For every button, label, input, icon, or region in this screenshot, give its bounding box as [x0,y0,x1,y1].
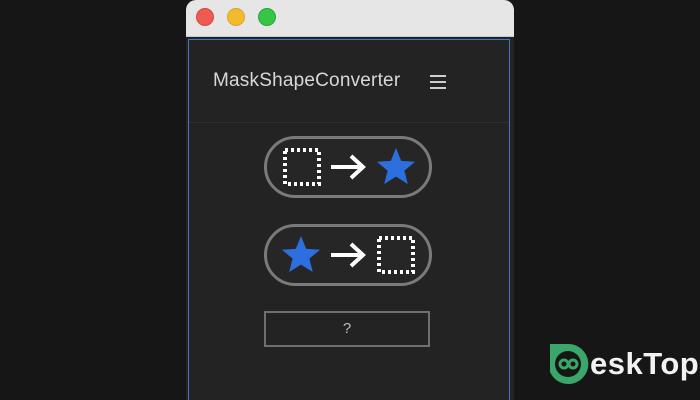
d-logo-icon [550,343,589,384]
panel-header: MaskShapeConverter [189,40,509,123]
extension-panel: MaskShapeConverter ? [188,39,510,400]
arrow-right-icon [331,154,366,180]
screen: MaskShapeConverter ? eskTop [0,0,700,400]
help-button[interactable]: ? [264,311,430,347]
zoom-button[interactable] [258,8,276,26]
watermark: eskTop [546,342,700,386]
mask-outline-icon [377,236,415,274]
title-bar [186,0,514,37]
panel-title: MaskShapeConverter [213,70,401,91]
minimize-button[interactable] [227,8,245,26]
app-window: MaskShapeConverter ? [186,0,514,400]
watermark-text: eskTop [590,346,700,381]
shape-to-mask-button[interactable] [264,224,432,286]
arrow-right-icon [331,242,366,268]
mask-to-shape-button[interactable] [264,136,432,198]
star-shape-icon [282,236,320,272]
close-button[interactable] [196,8,214,26]
hamburger-menu-icon[interactable] [430,75,446,89]
star-shape-icon [377,148,415,184]
mask-outline-icon [283,148,321,186]
